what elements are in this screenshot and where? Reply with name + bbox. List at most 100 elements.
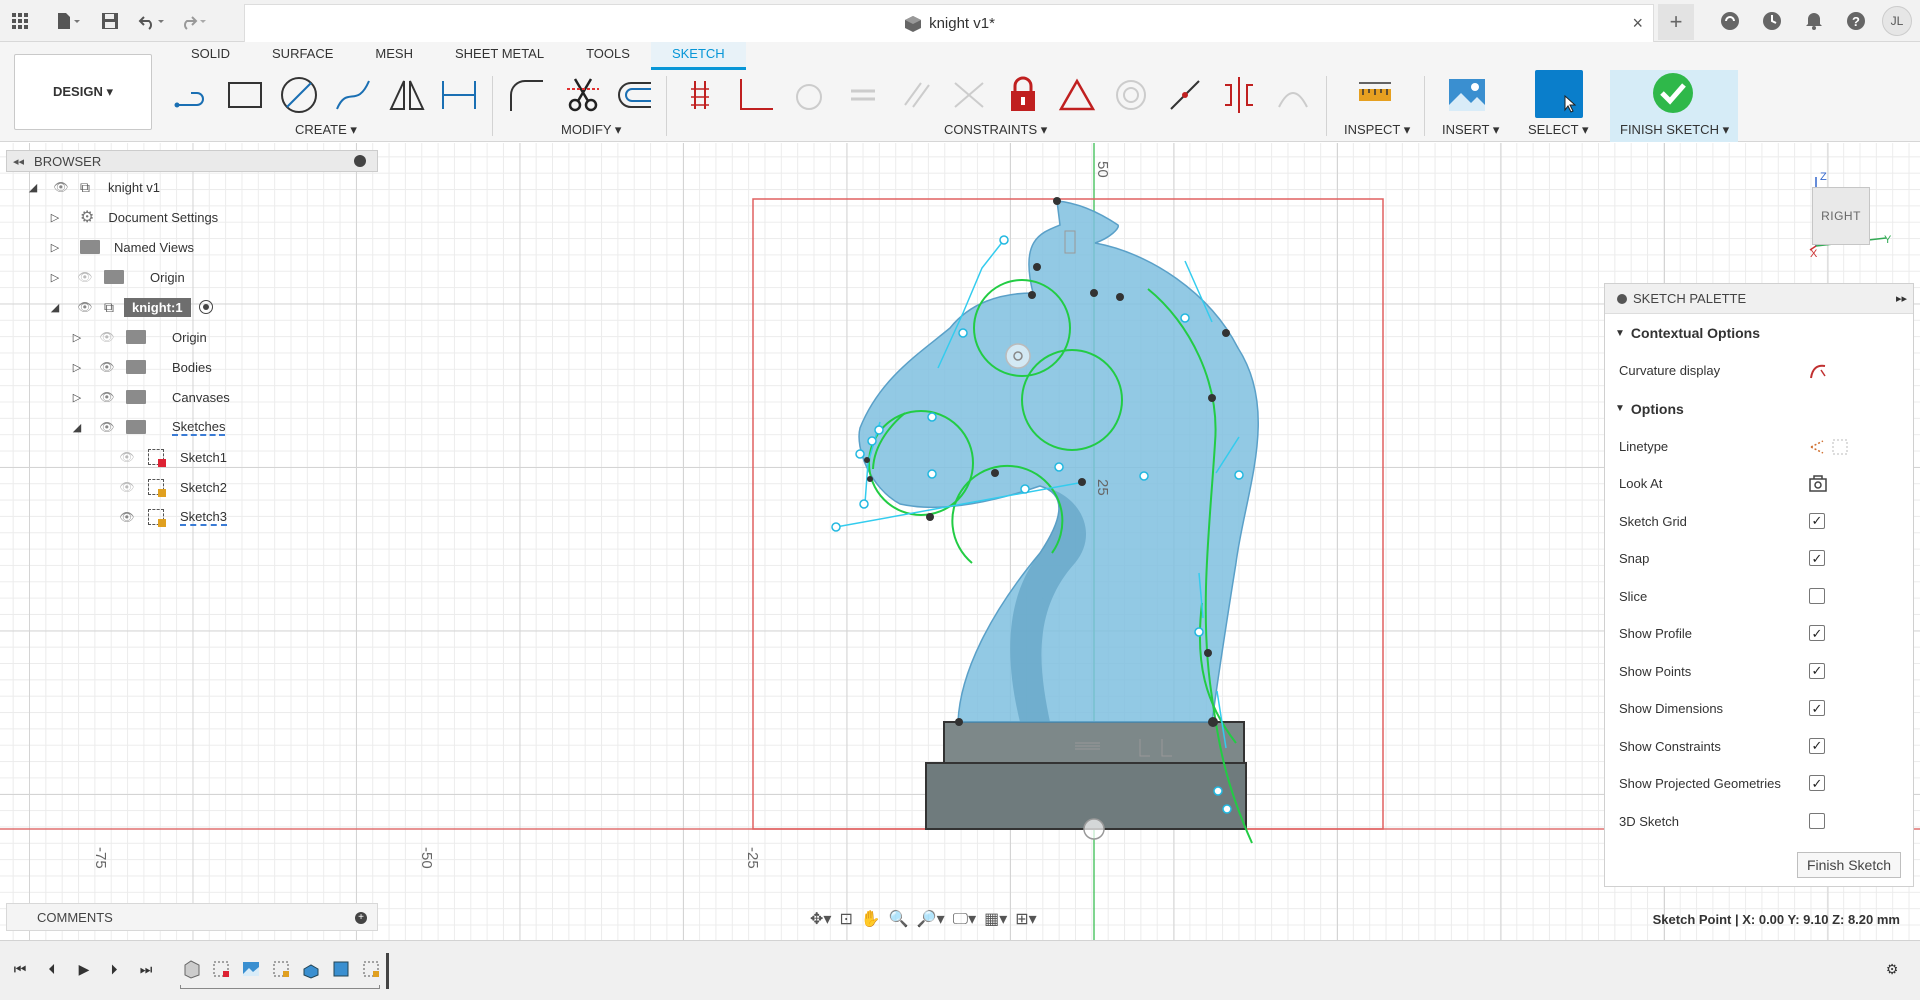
- tab-surface[interactable]: SURFACE: [251, 42, 354, 70]
- tree-node-sketch2[interactable]: 👁 Sketch2: [6, 472, 378, 502]
- finish-sketch-check-icon[interactable]: [1650, 70, 1696, 116]
- tab-sheet-metal[interactable]: SHEET METAL: [434, 42, 565, 70]
- select-tool-icon[interactable]: [1535, 70, 1583, 118]
- sketch-grid-checkbox[interactable]: ✓: [1809, 512, 1825, 529]
- orbit-icon[interactable]: ✥▾: [810, 909, 831, 929]
- contextual-options-section[interactable]: ▼ Contextual Options: [1605, 314, 1913, 352]
- app-grid-icon[interactable]: [6, 7, 34, 35]
- spline-tool-icon[interactable]: [330, 72, 376, 118]
- new-tab-button[interactable]: +: [1658, 4, 1694, 40]
- insert-menu[interactable]: INSERT ▾: [1442, 122, 1499, 138]
- tree-node-component[interactable]: ◢ 👁 ⧉ knight:1: [6, 292, 378, 322]
- expand-toggle-icon[interactable]: ▷: [70, 360, 84, 374]
- tab-tools[interactable]: TOOLS: [565, 42, 651, 70]
- rectangle-tool-icon[interactable]: [222, 72, 268, 118]
- fillet-tool-icon[interactable]: [504, 72, 550, 118]
- expand-toggle-icon[interactable]: ▷: [48, 270, 62, 284]
- timeline-body-icon[interactable]: [180, 959, 202, 979]
- visibility-eye-icon[interactable]: 👁: [118, 510, 136, 524]
- help-icon[interactable]: ?: [1840, 5, 1872, 37]
- insert-image-icon[interactable]: [1444, 72, 1490, 118]
- 3d-sketch-checkbox[interactable]: [1809, 812, 1825, 829]
- section-toggle-icon[interactable]: ▼: [1615, 403, 1625, 414]
- browser-header[interactable]: ◂◂ BROWSER: [6, 150, 378, 172]
- file-menu-icon[interactable]: [54, 7, 82, 35]
- viewports-icon[interactable]: ⊞▾: [1015, 909, 1036, 929]
- trim-tool-icon[interactable]: [560, 72, 606, 118]
- visibility-eye-icon[interactable]: 👁: [98, 390, 116, 404]
- visibility-eye-icon[interactable]: 👁: [76, 300, 94, 314]
- timeline-sketch-icon[interactable]: [270, 959, 292, 979]
- tree-node-root[interactable]: ◢ 👁 ⧉ knight v1: [6, 172, 378, 202]
- finish-sketch-menu[interactable]: FINISH SKETCH ▾: [1620, 122, 1729, 138]
- look-at-nav-icon[interactable]: ⊡: [839, 909, 852, 929]
- curvature-display-icon[interactable]: [1809, 362, 1827, 383]
- extensions-icon[interactable]: [1714, 5, 1746, 37]
- show-projected-geometries-checkbox[interactable]: ✓: [1809, 775, 1825, 791]
- hidden-eye-icon[interactable]: 👁: [118, 480, 136, 494]
- modify-menu[interactable]: MODIFY ▾: [561, 122, 621, 138]
- sketch-dimension-icon[interactable]: [436, 72, 482, 118]
- redo-icon[interactable]: [180, 7, 208, 35]
- fix-constraint-icon[interactable]: [1000, 72, 1046, 118]
- expand-toggle-icon[interactable]: ◢: [48, 300, 62, 314]
- snap-checkbox[interactable]: ✓: [1809, 550, 1825, 566]
- finish-sketch-button[interactable]: Finish Sketch: [1797, 852, 1901, 878]
- palette-expand-icon[interactable]: ▸▸: [1896, 292, 1907, 305]
- user-avatar[interactable]: JL: [1882, 6, 1912, 36]
- show-profile-checkbox[interactable]: ✓: [1809, 625, 1825, 641]
- tree-node-component-origin[interactable]: ▷ 👁 Origin: [6, 322, 378, 352]
- expand-toggle-icon[interactable]: ▷: [48, 210, 62, 224]
- options-section[interactable]: ▼ Options: [1605, 390, 1913, 428]
- close-tab-icon[interactable]: ×: [1632, 13, 1643, 34]
- save-icon[interactable]: [96, 7, 124, 35]
- go-to-start-icon[interactable]: ⏮: [8, 957, 32, 981]
- timeline-extrude-icon[interactable]: [300, 959, 322, 979]
- timeline-sketch-icon[interactable]: [330, 959, 352, 979]
- browser-minimize-icon[interactable]: [354, 155, 366, 167]
- activate-radio-icon[interactable]: [198, 300, 213, 314]
- timeline-marker[interactable]: [386, 953, 389, 989]
- step-back-icon[interactable]: ⏴: [40, 957, 64, 981]
- play-icon[interactable]: ▶: [72, 957, 96, 981]
- tree-node-origin[interactable]: ▷ 👁 Origin: [6, 262, 378, 292]
- triangle-constraint-icon[interactable]: [1054, 72, 1100, 118]
- section-toggle-icon[interactable]: ▼: [1615, 328, 1625, 339]
- circle-tool-icon[interactable]: [276, 72, 322, 118]
- notifications-icon[interactable]: [1798, 5, 1830, 37]
- expand-toggle-icon[interactable]: ▷: [70, 390, 84, 404]
- comments-panel[interactable]: COMMENTS +: [6, 903, 378, 931]
- symmetry-constraint-icon[interactable]: [1216, 72, 1262, 118]
- expand-toggle-icon[interactable]: ▷: [48, 240, 62, 254]
- workspace-switcher-button[interactable]: DESIGN ▾: [14, 54, 152, 130]
- palette-minimize-icon[interactable]: [1617, 293, 1627, 304]
- zoom-icon[interactable]: 🔍: [889, 909, 909, 929]
- expand-toggle-icon[interactable]: ▷: [70, 330, 84, 344]
- tab-mesh[interactable]: MESH: [354, 42, 434, 70]
- undo-icon[interactable]: [138, 7, 166, 35]
- timeline-sketch-icon[interactable]: [360, 959, 382, 979]
- tree-node-named-views[interactable]: ▷ Named Views: [6, 232, 378, 262]
- line-tool-icon[interactable]: [168, 72, 214, 118]
- select-menu[interactable]: SELECT ▾: [1528, 122, 1588, 138]
- tree-node-sketch3[interactable]: 👁 Sketch3: [6, 502, 378, 532]
- inspect-menu[interactable]: INSPECT ▾: [1344, 122, 1410, 138]
- tree-node-canvases[interactable]: ▷ 👁 Canvases: [6, 382, 378, 412]
- constraints-menu[interactable]: CONSTRAINTS ▾: [944, 122, 1047, 138]
- create-menu[interactable]: CREATE ▾: [295, 122, 357, 138]
- hidden-eye-icon[interactable]: 👁: [118, 450, 136, 464]
- hidden-eye-icon[interactable]: 👁: [76, 270, 94, 284]
- tree-node-sketch1[interactable]: 👁 Sketch1: [6, 442, 378, 472]
- tab-solid[interactable]: SOLID: [170, 42, 251, 70]
- collinear-constraint-icon[interactable]: [1162, 72, 1208, 118]
- job-status-icon[interactable]: [1756, 5, 1788, 37]
- tree-node-sketches[interactable]: ◢ 👁 Sketches: [6, 412, 378, 442]
- slice-checkbox[interactable]: [1809, 587, 1825, 604]
- sketch-palette-header[interactable]: SKETCH PALETTE ▸▸: [1605, 284, 1913, 314]
- show-constraints-checkbox[interactable]: ✓: [1809, 737, 1825, 754]
- show-dimensions-checkbox[interactable]: ✓: [1809, 700, 1825, 716]
- expand-toggle-icon[interactable]: ◢: [70, 420, 84, 434]
- add-comment-icon[interactable]: +: [355, 912, 367, 924]
- coincident-constraint-icon[interactable]: [678, 72, 724, 118]
- look-at-icon[interactable]: [1809, 475, 1827, 496]
